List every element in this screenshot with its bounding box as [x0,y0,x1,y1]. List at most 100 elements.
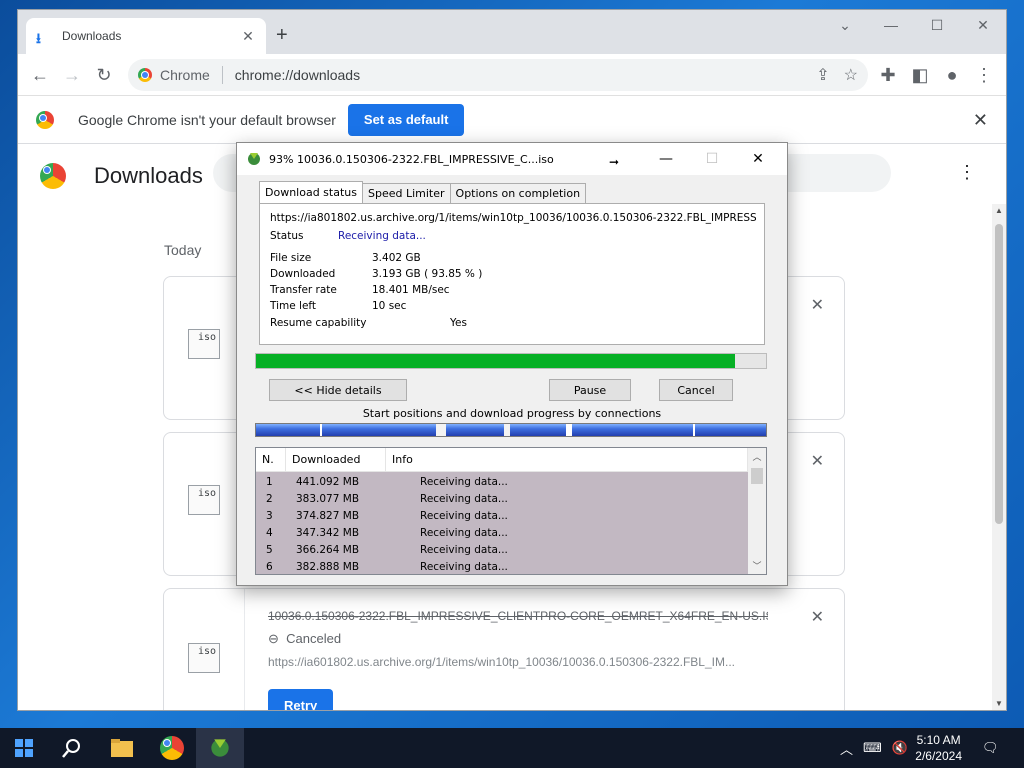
set-as-default-button[interactable]: Set as default [347,103,465,136]
col-info[interactable]: Info [386,448,748,471]
chrome-taskbar-button[interactable] [148,728,196,768]
download-filename[interactable]: 10036.0.150306-2322.FBL_IMPRESSIVE_CLIEN… [268,609,768,623]
close-window-button[interactable]: ✕ [960,10,1006,40]
search-button[interactable] [48,728,96,768]
new-tab-button[interactable]: + [276,24,288,47]
scroll-down-arrow-icon[interactable]: ▼ [992,699,1006,708]
downloaded-label: Downloaded [270,268,336,280]
connections-scrollbar[interactable]: ︿ ﹀ [748,448,766,574]
remove-download-icon[interactable]: ✕ [811,295,824,315]
page-scrollbar[interactable]: ▲ ▼ [992,204,1006,710]
tab-speed-limiter[interactable]: Speed Limiter [361,183,451,203]
connection-info-cell: Receiving data... [420,560,508,573]
tab-search-icon[interactable]: ⌄ [822,10,868,40]
connection-info-cell: Receiving data... [420,475,508,488]
extensions-icon[interactable]: ✚ [876,63,900,87]
idm-close-button[interactable]: ✕ [735,143,781,175]
site-chip[interactable]: Chrome [138,67,210,83]
connection-row[interactable]: 1 441.092 MB Receiving data... [256,473,748,490]
connection-info-cell: Receiving data... [420,543,508,556]
volume-muted-icon[interactable]: 🔇 [892,740,908,756]
scrollbar-thumb[interactable] [995,224,1003,524]
forward-button[interactable]: → [60,63,84,87]
file-size-label: File size [270,252,312,264]
connections-table-header: N. Downloaded Info [256,448,748,472]
download-status: ⊖ Canceled [268,631,341,647]
idm-window-title: 93% 10036.0.150306-2322.FBL_IMPRESSIVE_C… [269,152,554,166]
remove-download-icon[interactable]: ✕ [811,451,824,471]
time-left-label: Time left [270,300,317,312]
connection-row[interactable]: 2 383.077 MB Receiving data... [256,490,748,507]
tab-downloads[interactable]: ⭳ Downloads ✕ [26,18,266,54]
tab-download-status[interactable]: Download status [259,181,363,203]
idm-minimize-button[interactable]: — [643,143,689,175]
reload-button[interactable]: ↻ [92,63,116,87]
iso-file-icon: iso [188,643,220,673]
pause-button[interactable]: Pause [549,379,631,401]
download-source-url[interactable]: https://ia601802.us.archive.org/1/items/… [268,655,768,669]
cancel-button[interactable]: Cancel [659,379,733,401]
side-panel-icon[interactable]: ◧ [908,63,932,87]
idm-title-bar: 93% 10036.0.150306-2322.FBL_IMPRESSIVE_C… [237,143,787,175]
connection-gap [504,424,510,436]
idm-taskbar-button[interactable] [196,728,244,768]
chrome-logo-icon [36,110,54,129]
profile-avatar-icon[interactable]: ● [940,63,964,87]
card-divider [244,589,245,710]
col-downloaded[interactable]: Downloaded [286,448,386,471]
resume-capability-label: Resume capability [270,317,367,329]
folder-icon [111,739,133,757]
minimize-button[interactable]: — [868,10,914,40]
idm-arrow-icon: ➞ [609,155,620,169]
progress-fill [256,354,735,368]
idm-maximize-button: ☐ [705,151,719,167]
idm-tabs: Download status Speed Limiter Options on… [259,181,587,203]
connection-row[interactable]: 4 347.342 MB Receiving data... [256,524,748,541]
start-button[interactable] [0,728,48,768]
connection-downloaded-cell: 382.888 MB [296,560,360,573]
connection-downloaded-cell: 383.077 MB [296,492,360,505]
infobar-close-icon[interactable]: ✕ [973,110,988,131]
connections-label: Start positions and download progress by… [362,407,662,420]
connection-row[interactable]: 5 366.264 MB Receiving data... [256,541,748,558]
default-browser-infobar: Google Chrome isn't your default browser… [18,96,1006,144]
remove-download-icon[interactable]: ✕ [811,607,824,627]
omnibox-divider [221,66,223,84]
maximize-button[interactable]: ☐ [914,10,960,40]
tab-options-on-completion[interactable]: Options on completion [449,183,587,203]
scroll-up-arrow-icon[interactable]: ︿ [748,450,766,463]
connection-row[interactable]: 6 382.888 MB Receiving data... [256,558,748,574]
retry-button[interactable]: Retry [268,689,334,710]
menu-kebab-icon[interactable]: ⋮ [972,63,996,87]
hide-details-button[interactable]: << Hide details [269,379,407,401]
connection-marker [566,424,572,436]
connection-gap [436,424,446,436]
connection-marker [320,424,322,436]
taskbar-clock[interactable]: 5:10 AM 2/6/2024 [915,732,962,764]
scroll-up-arrow-icon[interactable]: ▲ [992,206,1006,215]
infobar-message: Google Chrome isn't your default browser [78,111,336,128]
file-explorer-taskbar-button[interactable] [98,728,146,768]
tab-close-icon[interactable]: ✕ [240,28,256,45]
notifications-icon[interactable]: 🗨 [982,728,999,768]
connection-n-cell: 4 [266,526,273,539]
address-bar[interactable]: Chrome chrome://downloads ⇪ ☆ [128,59,868,91]
scroll-down-arrow-icon[interactable]: ﹀ [748,559,766,572]
download-icon: ⭳ [36,30,41,46]
show-hidden-icons-icon[interactable]: ︿ [840,739,853,758]
transfer-rate-label: Transfer rate [270,284,337,296]
col-n[interactable]: N. [256,448,286,471]
scrollbar-thumb[interactable] [751,468,763,484]
connection-row[interactable]: 3 374.827 MB Receiving data... [256,507,748,524]
url-text[interactable]: chrome://downloads [235,67,360,83]
back-button[interactable]: ← [28,63,52,87]
resume-capability-value: Yes [450,317,467,329]
site-chip-label: Chrome [160,67,210,83]
bookmark-star-icon[interactable]: ☆ [844,65,858,85]
downloads-menu-icon[interactable]: ⋮ [958,162,976,183]
connection-downloaded-cell: 347.342 MB [296,526,360,539]
chrome-icon [138,68,152,82]
share-icon[interactable]: ⇪ [816,65,829,85]
network-icon[interactable]: ⌨ [863,740,882,756]
time-left-value: 10 sec [372,300,407,312]
